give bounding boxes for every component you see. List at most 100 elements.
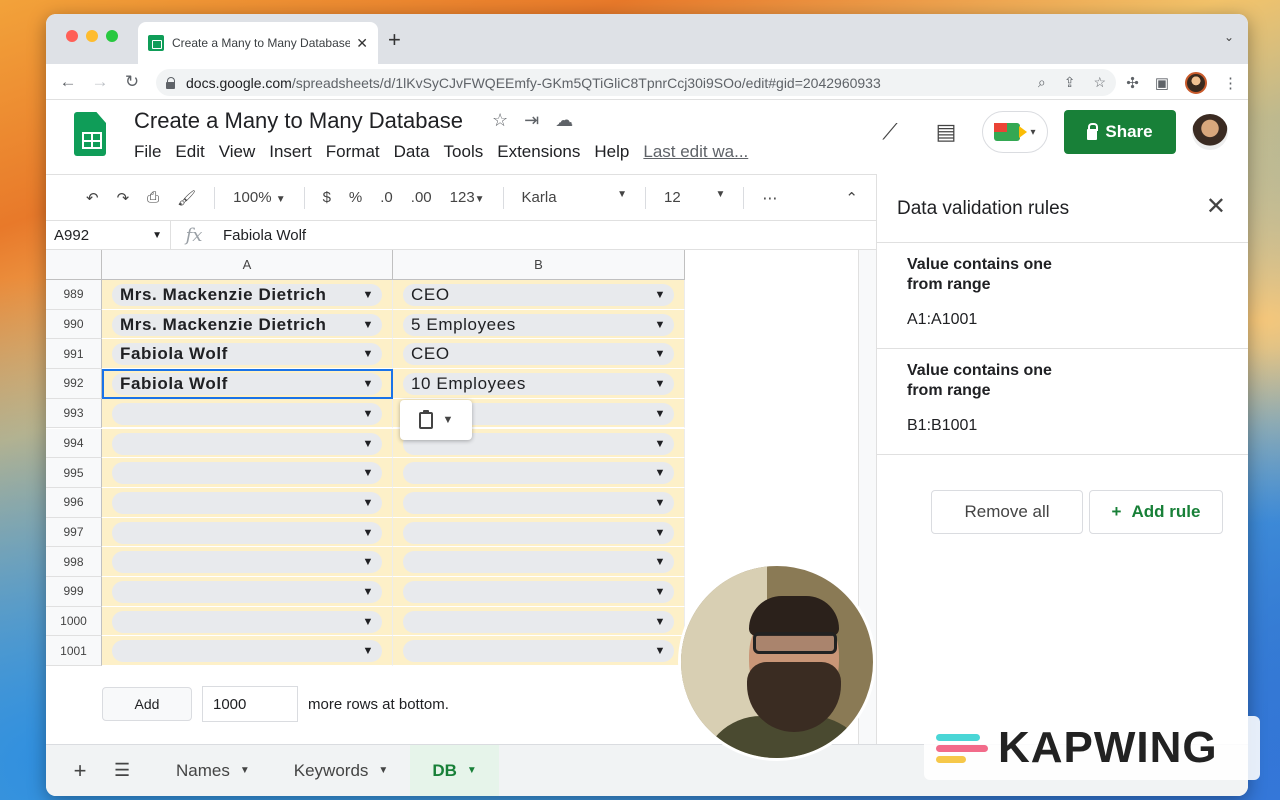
dropdown-chip[interactable]: ▼ (112, 610, 382, 633)
row-header[interactable]: 989 (46, 280, 102, 310)
row-header[interactable]: 991 (46, 339, 102, 370)
cell-b[interactable]: 5 Employees ▼ (393, 309, 685, 340)
cell-b[interactable]: ▼ (393, 458, 685, 488)
decrease-decimal-button[interactable]: .0 (380, 189, 393, 206)
comments-icon[interactable]: ▤ (926, 119, 966, 145)
cell-b[interactable]: 10 Employees ▼ (393, 369, 685, 399)
dropdown-arrow-icon[interactable]: ▼ (363, 348, 375, 360)
dropdown-chip[interactable]: Fabiola Wolf ▼ (112, 343, 382, 366)
dropdown-chip[interactable]: ▼ (403, 491, 674, 514)
formula-input[interactable]: Fabiola Wolf (217, 227, 306, 244)
dropdown-arrow-icon[interactable]: ▼ (363, 438, 375, 450)
print-icon[interactable]: ⎙ (147, 189, 159, 206)
cell-a[interactable]: Fabiola Wolf ▼ (102, 339, 393, 370)
cell-a[interactable]: ▼ (102, 636, 393, 667)
cloud-status-icon[interactable]: ☁ (555, 110, 573, 131)
sheet-tab-names[interactable]: Names ▼ (154, 745, 272, 796)
cell-b[interactable]: ▼ (393, 577, 685, 607)
dropdown-chip[interactable]: ▼ (112, 432, 382, 455)
zoom-magnifier-icon[interactable]: ⌕ (1038, 74, 1046, 91)
dropdown-chip[interactable]: Mrs. Mackenzie Dietrich ▼ (112, 284, 382, 306)
row-header[interactable]: 1000 (46, 606, 102, 637)
dropdown-arrow-icon[interactable]: ▼ (655, 527, 667, 539)
move-folder-icon[interactable]: ⇥ (524, 110, 539, 131)
dropdown-arrow-icon[interactable]: ▼ (363, 645, 375, 657)
paint-format-icon[interactable]: 🖌︎ (177, 189, 196, 207)
cell-b[interactable]: ▼ (393, 517, 685, 548)
number-format-select[interactable]: 123▼ (450, 189, 485, 206)
account-avatar[interactable] (1192, 114, 1228, 150)
dropdown-arrow-icon[interactable]: ▼ (655, 616, 667, 628)
dropdown-chip[interactable]: ▼ (112, 491, 382, 514)
row-header[interactable]: 994 (46, 428, 102, 459)
dropdown-arrow-icon[interactable]: ▼ (655, 586, 667, 598)
browser-menu-icon[interactable]: ⋮ (1223, 74, 1238, 92)
dropdown-arrow-icon[interactable]: ▼ (363, 408, 375, 420)
menu-data[interactable]: Data (394, 142, 430, 162)
increase-decimal-button[interactable]: .00 (411, 189, 432, 206)
tab-search-chevron-icon[interactable]: ⌄ (1224, 30, 1234, 44)
dropdown-chip[interactable]: ▼ (112, 462, 382, 485)
dropdown-arrow-icon[interactable]: ▼ (363, 289, 375, 301)
menu-help[interactable]: Help (594, 142, 629, 162)
row-header[interactable]: 995 (46, 458, 102, 488)
dropdown-arrow-icon[interactable]: ▼ (363, 527, 375, 539)
zoom-window-button[interactable] (106, 30, 118, 42)
dropdown-arrow-icon[interactable]: ▼ (655, 319, 667, 331)
cell-a[interactable]: ▼ (102, 606, 393, 637)
dropdown-chip[interactable]: CEO ▼ (403, 284, 674, 306)
cell-a[interactable]: ▼ (102, 517, 393, 548)
dropdown-arrow-icon[interactable]: ▼ (655, 438, 667, 450)
add-sheet-plus-icon[interactable]: + (46, 758, 114, 784)
dropdown-chip[interactable]: ▼ (403, 462, 674, 485)
dropdown-chip[interactable]: ▼ (112, 581, 382, 603)
side-panel-icon[interactable]: ▣ (1155, 74, 1169, 92)
dropdown-arrow-icon[interactable]: ▼ (655, 408, 667, 420)
cell-a[interactable]: ▼ (102, 487, 393, 518)
menu-insert[interactable]: Insert (269, 142, 312, 162)
remove-all-button[interactable]: Remove all (931, 490, 1083, 534)
dropdown-chip[interactable]: ▼ (112, 551, 382, 574)
dropdown-chip[interactable]: ▼ (112, 640, 382, 663)
dropdown-arrow-icon[interactable]: ▼ (655, 556, 667, 568)
cell-a[interactable]: ▼ (102, 547, 393, 577)
paste-options-button[interactable]: ▼ (400, 400, 472, 440)
close-window-button[interactable] (66, 30, 78, 42)
menu-tools[interactable]: Tools (444, 142, 484, 162)
validation-rule-card[interactable]: Value contains one from range A1:A1001 (877, 242, 1248, 348)
select-all-corner[interactable] (46, 250, 102, 280)
new-tab-button[interactable]: + (388, 27, 401, 53)
browser-tab[interactable]: Create a Many to Many Database ✕ (138, 22, 378, 64)
collapse-menus-chevron-up-icon[interactable]: ⌃ (845, 189, 858, 207)
redo-icon[interactable]: ↷ (117, 189, 130, 207)
cell-b[interactable]: ▼ (393, 487, 685, 518)
dropdown-chip[interactable]: 10 Employees ▼ (403, 373, 674, 396)
cell-a[interactable]: ▼ (102, 428, 393, 459)
dropdown-arrow-icon[interactable]: ▼ (363, 616, 375, 628)
dropdown-chip[interactable]: ▼ (403, 521, 674, 544)
back-arrow-icon[interactable]: ← (52, 72, 84, 92)
url-field[interactable]: docs.google.com/spreadsheets/d/1lKvSyCJv… (156, 69, 1116, 96)
column-header-a[interactable]: A (102, 250, 393, 280)
document-title[interactable]: Create a Many to Many Database (134, 108, 463, 134)
dropdown-chip[interactable]: ▼ (403, 610, 674, 633)
star-icon[interactable]: ☆ (492, 110, 508, 131)
dropdown-arrow-icon[interactable]: ▼ (655, 467, 667, 479)
add-rows-button[interactable]: Add (102, 687, 192, 721)
last-edit-link[interactable]: Last edit wa... (643, 142, 748, 162)
activity-trend-icon[interactable]: ⟋ (870, 119, 910, 145)
percent-format-button[interactable]: % (349, 189, 362, 206)
dropdown-arrow-icon[interactable]: ▼ (655, 645, 667, 657)
menu-format[interactable]: Format (326, 142, 380, 162)
dropdown-chip[interactable]: Mrs. Mackenzie Dietrich ▼ (112, 313, 382, 336)
row-header[interactable]: 996 (46, 487, 102, 518)
minimize-window-button[interactable] (86, 30, 98, 42)
sheets-logo-icon[interactable] (74, 112, 106, 156)
dropdown-chip[interactable]: ▼ (403, 551, 674, 574)
undo-icon[interactable]: ↶ (86, 189, 99, 207)
dropdown-arrow-icon[interactable]: ▼ (363, 556, 375, 568)
cell-a[interactable]: ▼ (102, 458, 393, 488)
cell-b[interactable]: ▼ (393, 547, 685, 577)
font-select[interactable]: Karla ▼ (522, 189, 628, 206)
font-size-select[interactable]: 12 ▼ (664, 189, 725, 206)
